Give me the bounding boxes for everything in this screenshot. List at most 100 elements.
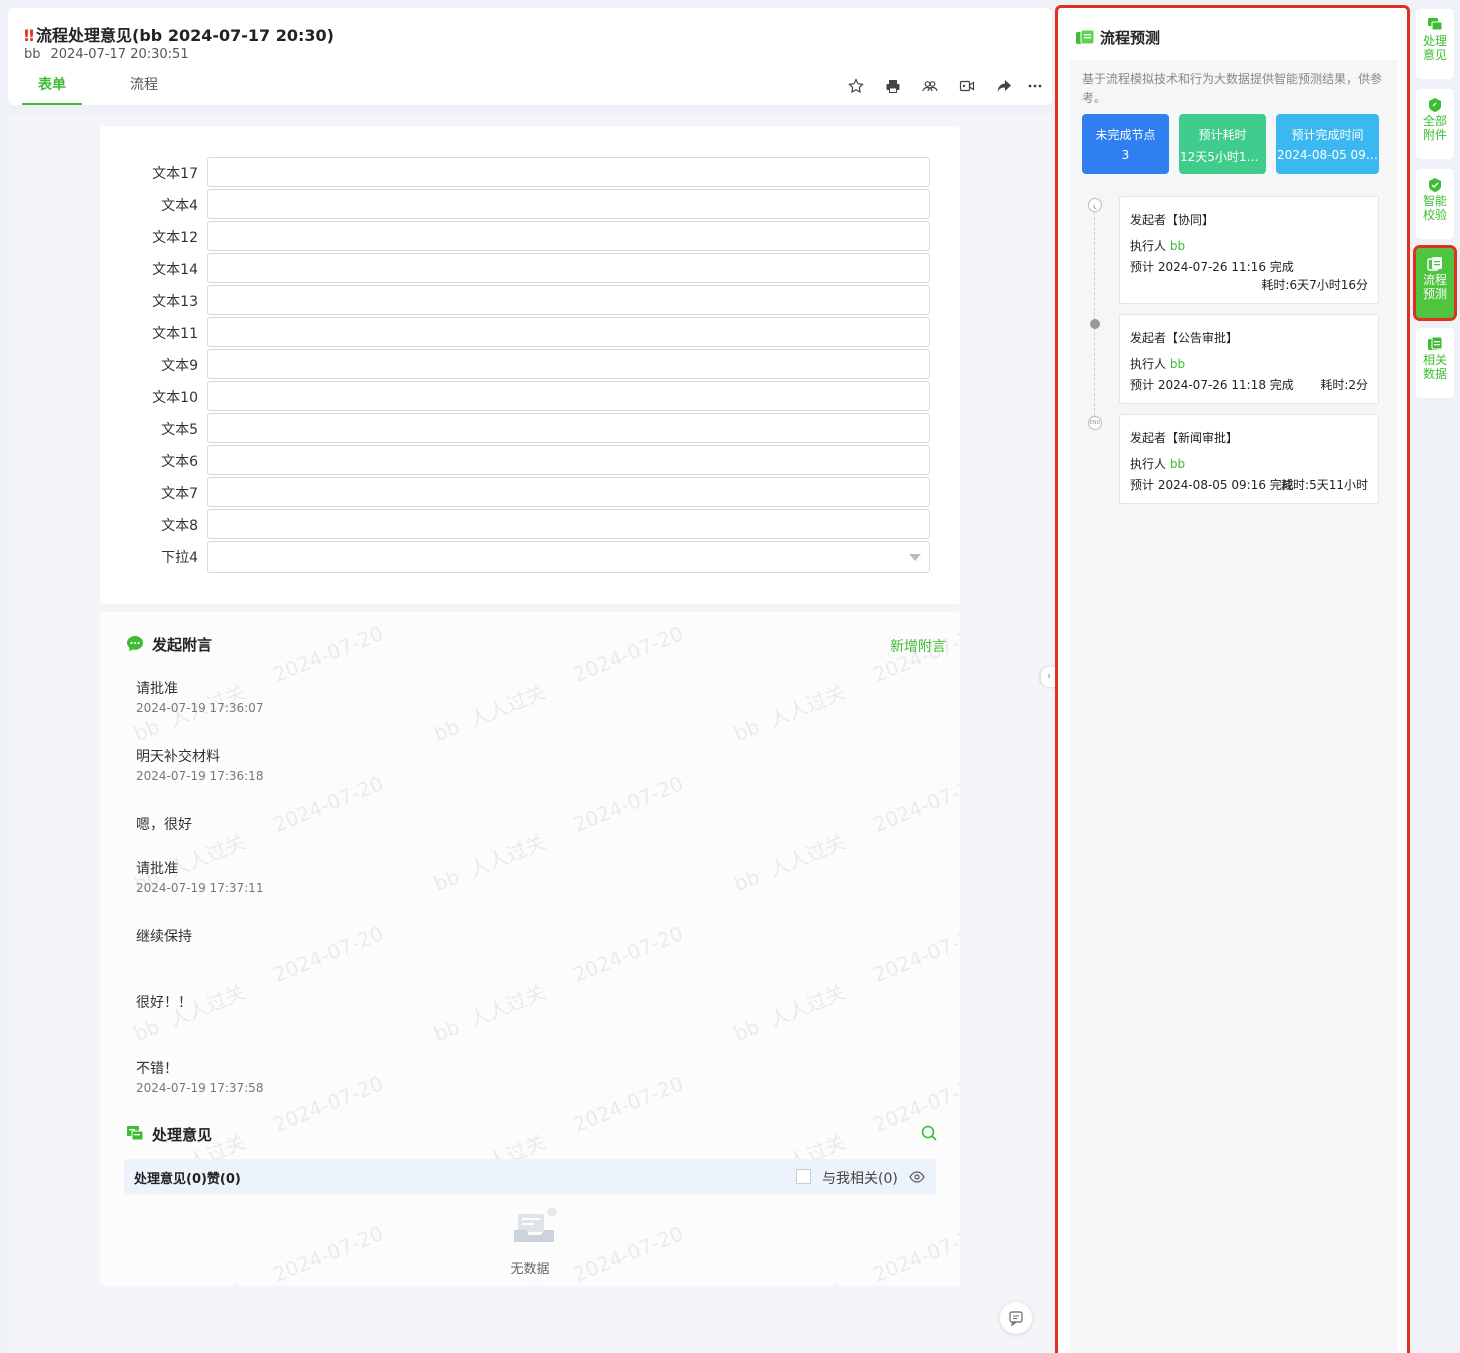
flow-predict-icon <box>1076 29 1095 45</box>
watermark-text: bb 人人过关 <box>129 1276 249 1286</box>
text-input[interactable] <box>207 477 930 507</box>
tab-flow[interactable]: 流程 <box>114 74 174 105</box>
attachment-icon <box>1429 98 1441 112</box>
watermark-user: bb <box>130 714 163 747</box>
side-tab-opinions[interactable]: 处理 意见 <box>1416 9 1454 79</box>
executor-name[interactable]: bb <box>1170 357 1185 371</box>
note-time: 2024-07-19 17:36:18 <box>136 769 264 783</box>
text-input[interactable] <box>207 221 930 251</box>
opinions-bar: 处理意见(0)赞(0) 与我相关(0) <box>124 1159 936 1195</box>
related-label[interactable]: 与我相关(0) <box>822 1168 898 1188</box>
side-tab-related-data[interactable]: 相关 数据 <box>1416 328 1454 398</box>
text-input[interactable] <box>207 509 930 539</box>
node-card: 发起者【协同】 执行人 bb 预计 2024-07-26 11:16 完成 耗时… <box>1119 196 1379 304</box>
watermark-date: 2024-07-20 <box>569 621 687 687</box>
share-icon[interactable] <box>996 78 1016 94</box>
field-label: 文本11 <box>152 326 198 342</box>
eye-icon[interactable] <box>909 1170 925 1184</box>
text-input[interactable] <box>207 349 930 379</box>
stat-value: 3 <box>1121 148 1130 162</box>
opinion-icon <box>1428 18 1443 31</box>
node-eta: 预计 2024-07-26 11:16 完成 <box>1130 260 1294 274</box>
created-time: 2024-07-17 20:30:51 <box>50 47 189 62</box>
author: bb <box>24 47 41 62</box>
side-tab-smart-check[interactable]: 智能 校验 <box>1416 169 1454 239</box>
related-checkbox[interactable] <box>796 1169 811 1184</box>
title-text: 流程处理意见(bb 2024-07-17 20:30) <box>36 26 334 45</box>
page-header: ‼ 流程处理意见(bb 2024-07-17 20:30) bb 2024-07-1… <box>8 8 1052 105</box>
note-text: 请批准 <box>136 681 178 697</box>
node-cost: 耗时:2分 <box>1320 378 1368 392</box>
watermark-user: bb <box>730 864 763 897</box>
form-card: 文本17 文本4 文本12 文本14 文本13 文本11 文本9 文本10 文本5 文本6 文本7 文… <box>100 126 960 604</box>
search-icon[interactable] <box>920 1124 938 1142</box>
side-tab-label: 数据 <box>1422 367 1447 381</box>
star-icon[interactable] <box>848 78 868 94</box>
watermark-date: 2024-07-20 <box>269 621 387 687</box>
watermark-company: 人人过关 <box>466 1280 549 1286</box>
text-input[interactable] <box>207 253 930 283</box>
stat-label: 预计完成时间 <box>1291 128 1364 142</box>
flow-predict-icon <box>1427 257 1442 271</box>
watermark-text: bb 人人过关 <box>729 676 849 747</box>
text-input[interactable] <box>207 413 930 443</box>
side-tab-label: 处理 <box>1422 34 1447 48</box>
video-icon[interactable] <box>959 78 979 94</box>
side-tab-label: 校验 <box>1422 208 1447 222</box>
field-label: 文本8 <box>161 518 198 534</box>
form-row: 文本9 <box>100 349 960 379</box>
panel-title: 流程预测 <box>1100 29 1161 47</box>
opinions-count: 处理意见(0)赞(0) <box>134 1172 241 1187</box>
chat-float-button[interactable] <box>1000 1302 1032 1334</box>
note-text: 不错！ <box>136 1061 178 1077</box>
form-row: 文本10 <box>100 381 960 411</box>
side-tab-label: 智能 <box>1422 194 1447 208</box>
field-label: 文本13 <box>152 294 198 310</box>
side-tab-label: 预测 <box>1422 287 1447 301</box>
add-note-button[interactable]: 新增附言 <box>890 636 946 656</box>
node-cost: 耗时:5天11小时 <box>1281 478 1368 492</box>
executor-name[interactable]: bb <box>1170 457 1185 471</box>
stat-value: 2024-08-05 09:16 <box>1277 148 1379 162</box>
side-tab-label: 流程 <box>1422 273 1447 287</box>
panel-description: 基于流程模拟技术和行为大数据提供智能预测结果，供参考。 <box>1082 72 1383 105</box>
side-tab-flow-prediction[interactable]: 流程 预测 <box>1413 245 1457 321</box>
prediction-panel: 流程预测 基于流程模拟技术和行为大数据提供智能预测结果，供参考。 未完成节点 3… <box>1055 5 1410 1353</box>
more-icon[interactable] <box>1027 78 1047 94</box>
watermark-text: bb 人人过关 <box>729 976 849 1047</box>
node-card: 发起者【公告审批】 执行人 bb 预计 2024-07-26 11:18 完成 … <box>1119 314 1379 404</box>
form-row: 文本14 <box>100 253 960 283</box>
text-input[interactable] <box>207 317 930 347</box>
chat-bubble-icon <box>127 636 143 652</box>
watermark-date: 2024-07-20 <box>569 1221 687 1286</box>
form-row-dropdown: 下拉4 <box>100 541 960 573</box>
users-icon[interactable] <box>922 78 942 94</box>
watermark-text: bb 人人过关 <box>429 1276 549 1286</box>
watermark-date: 2024-07-20 <box>269 1071 387 1137</box>
stat-value: 12天5小时16分 <box>1180 150 1266 164</box>
text-input[interactable] <box>207 189 930 219</box>
side-tab-attachments[interactable]: 全部 附件 <box>1416 89 1454 159</box>
watermark-company: 人人过关 <box>766 1280 849 1286</box>
shield-check-icon <box>1429 178 1441 192</box>
watermark-text: bb 人人过关 <box>729 1276 849 1286</box>
field-label: 文本5 <box>161 422 198 438</box>
dropdown-select[interactable] <box>207 541 930 573</box>
opinion-icon <box>127 1126 144 1141</box>
watermark-date: 2024-07-20 <box>269 921 387 987</box>
field-label: 文本9 <box>161 358 198 374</box>
watermark-user: bb <box>130 1014 163 1047</box>
executor-name[interactable]: bb <box>1170 239 1185 253</box>
text-input[interactable] <box>207 445 930 475</box>
related-data-icon <box>1428 336 1443 350</box>
node-executor: 执行人 bb <box>1130 455 1185 472</box>
note-text: 明天补交材料 <box>136 749 220 765</box>
tab-form[interactable]: 表单 <box>22 74 82 105</box>
print-icon[interactable] <box>885 78 905 94</box>
field-label: 文本10 <box>152 390 198 406</box>
text-input[interactable] <box>207 157 930 187</box>
text-input[interactable] <box>207 285 930 315</box>
text-input[interactable] <box>207 381 930 411</box>
node-executor: 执行人 bb <box>1130 355 1185 372</box>
executor-label: 执行人 <box>1130 357 1167 371</box>
